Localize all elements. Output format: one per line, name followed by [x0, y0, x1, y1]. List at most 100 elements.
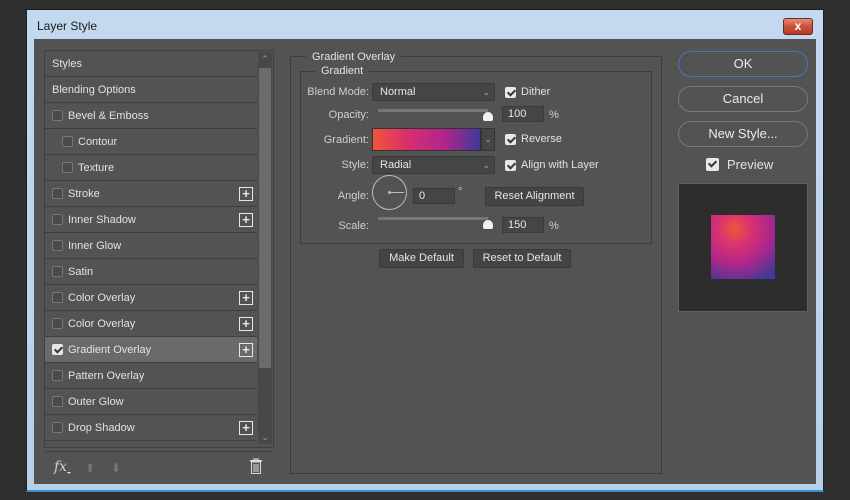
align-with-layer-label: Align with Layer: [521, 159, 599, 171]
style-checkbox[interactable]: [52, 344, 63, 355]
list-item-label: Bevel & Emboss: [68, 109, 149, 122]
gradient-dropdown[interactable]: ⌄: [481, 128, 495, 151]
angle-unit: °: [458, 186, 463, 198]
dialog-body: Styles Blending Options Bevel & Emboss Cont…: [34, 39, 816, 484]
list-item[interactable]: Stroke +: [45, 181, 257, 207]
list-item-label: Pattern Overlay: [68, 369, 145, 382]
styles-list: Styles Blending Options Bevel & Emboss Cont…: [45, 51, 257, 444]
style-checkbox[interactable]: [52, 422, 63, 433]
list-item-label: Blending Options: [52, 83, 136, 96]
preview-label: Preview: [727, 157, 774, 172]
blend-mode-select[interactable]: Normal ⌄: [372, 83, 495, 101]
list-item-label: Stroke: [68, 187, 100, 200]
opacity-slider-track[interactable]: [378, 109, 488, 112]
scale-input[interactable]: 150: [502, 217, 544, 233]
style-checkbox[interactable]: [52, 110, 63, 121]
list-item-label: Inner Glow: [68, 239, 122, 252]
add-effect-icon[interactable]: +: [239, 291, 253, 305]
style-label: Style:: [341, 159, 369, 171]
ok-button[interactable]: OK: [678, 51, 808, 77]
move-up-icon[interactable]: ⬆: [85, 461, 95, 475]
dither-label: Dither: [521, 86, 551, 98]
add-effect-icon[interactable]: +: [239, 343, 253, 357]
move-down-icon[interactable]: ⬇: [111, 461, 121, 475]
list-item[interactable]: Color Overlay +: [45, 285, 257, 311]
list-item-label: Color Overlay: [68, 291, 136, 304]
style-checkbox[interactable]: [62, 162, 73, 173]
align-with-layer-checkbox[interactable]: [505, 159, 516, 171]
style-checkbox[interactable]: [52, 240, 63, 251]
list-item[interactable]: Gradient Overlay +: [45, 337, 257, 363]
list-item[interactable]: Outer Glow: [45, 389, 257, 415]
list-scrollbar[interactable]: ⌃ ⌄: [258, 52, 272, 444]
preview-checkbox-row[interactable]: Preview: [706, 157, 773, 172]
scroll-down-icon[interactable]: ⌄: [258, 430, 272, 444]
group-title: Gradient Overlay: [306, 51, 402, 63]
preview-checkbox[interactable]: [706, 158, 719, 171]
dither-checkbox[interactable]: [505, 86, 516, 98]
list-item[interactable]: Bevel & Emboss: [45, 103, 257, 129]
list-item-label: Drop Shadow: [68, 421, 135, 434]
chevron-down-icon: ⌄: [482, 160, 490, 170]
list-item[interactable]: Blending Options: [45, 77, 257, 103]
list-item[interactable]: Drop Shadow +: [45, 415, 257, 441]
opacity-unit: %: [549, 109, 559, 121]
angle-dial[interactable]: [372, 175, 407, 210]
reverse-label: Reverse: [521, 133, 562, 145]
opacity-slider-thumb[interactable]: [483, 112, 493, 121]
list-item[interactable]: Contour: [45, 129, 257, 155]
blend-mode-value: Normal: [380, 86, 416, 98]
list-item[interactable]: Satin: [45, 259, 257, 285]
list-item[interactable]: Styles: [45, 51, 257, 77]
gradient-overlay-group: Gradient Overlay Gradient Blend Mode: No…: [290, 51, 662, 474]
align-with-layer-row[interactable]: Align with Layer: [505, 159, 599, 171]
cancel-button[interactable]: Cancel: [678, 86, 808, 112]
style-checkbox[interactable]: [52, 188, 63, 199]
title-bar[interactable]: Layer Style x: [27, 10, 823, 40]
style-checkbox[interactable]: [52, 396, 63, 407]
list-item[interactable]: Inner Glow: [45, 233, 257, 259]
scroll-thumb[interactable]: [259, 68, 271, 368]
list-item-label: Outer Glow: [68, 395, 124, 408]
style-checkbox[interactable]: [52, 318, 63, 329]
reverse-checkbox[interactable]: [505, 133, 516, 145]
scroll-up-icon[interactable]: ⌃: [258, 52, 272, 66]
opacity-label: Opacity:: [328, 109, 369, 121]
scale-slider-track[interactable]: [378, 217, 488, 220]
chevron-down-icon: ⌄: [484, 134, 492, 144]
opacity-input[interactable]: 100: [502, 106, 544, 122]
list-footer: fx ⬆ ⬇: [45, 451, 273, 481]
fx-menu-caret-icon: [67, 472, 71, 474]
list-item-label: Styles: [52, 57, 82, 70]
list-item[interactable]: Color Overlay +: [45, 311, 257, 337]
list-item[interactable]: Pattern Overlay: [45, 363, 257, 389]
close-button[interactable]: x: [783, 18, 813, 35]
style-checkbox[interactable]: [52, 292, 63, 303]
reset-alignment-button[interactable]: Reset Alignment: [485, 187, 584, 206]
trash-icon[interactable]: [250, 458, 262, 474]
reset-to-default-button[interactable]: Reset to Default: [473, 249, 571, 268]
list-item[interactable]: Inner Shadow +: [45, 207, 257, 233]
dither-checkbox-row[interactable]: Dither: [505, 86, 550, 98]
add-effect-icon[interactable]: +: [239, 421, 253, 435]
style-checkbox[interactable]: [52, 214, 63, 225]
add-effect-icon[interactable]: +: [239, 213, 253, 227]
gradient-picker[interactable]: [372, 128, 481, 151]
gradient-label: Gradient:: [323, 134, 369, 146]
fx-icon[interactable]: fx: [54, 459, 67, 475]
blend-mode-label: Blend Mode:: [307, 86, 369, 98]
style-value: Radial: [380, 159, 412, 171]
reverse-checkbox-row[interactable]: Reverse: [505, 133, 562, 145]
style-select[interactable]: Radial ⌄: [372, 156, 495, 174]
list-item[interactable]: Texture: [45, 155, 257, 181]
list-item-label: Satin: [68, 265, 94, 278]
style-checkbox[interactable]: [52, 370, 63, 381]
new-style-button[interactable]: New Style...: [678, 121, 808, 147]
style-checkbox[interactable]: [62, 136, 73, 147]
angle-input[interactable]: 0: [413, 188, 455, 204]
scale-slider-thumb[interactable]: [483, 220, 493, 229]
style-checkbox[interactable]: [52, 266, 63, 277]
add-effect-icon[interactable]: +: [239, 317, 253, 331]
add-effect-icon[interactable]: +: [239, 187, 253, 201]
make-default-button[interactable]: Make Default: [379, 249, 464, 268]
